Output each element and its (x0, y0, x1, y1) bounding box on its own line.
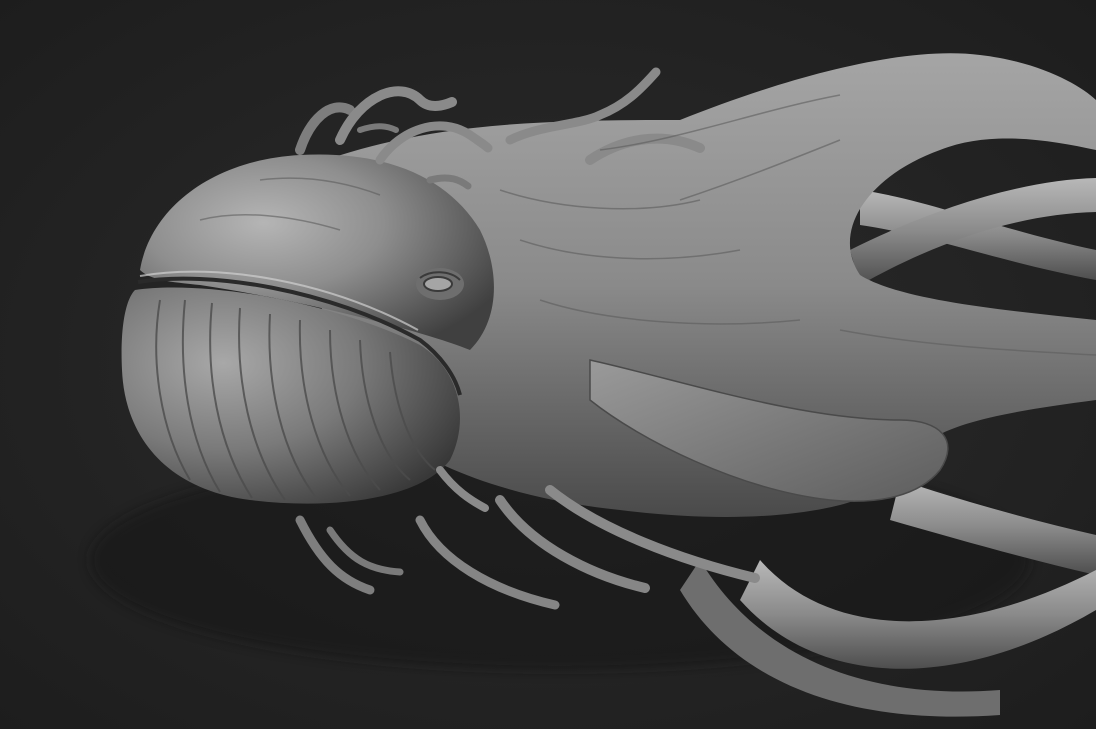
render-viewport (0, 0, 1096, 729)
eye (416, 268, 464, 300)
creature-sculpt (90, 53, 1096, 717)
